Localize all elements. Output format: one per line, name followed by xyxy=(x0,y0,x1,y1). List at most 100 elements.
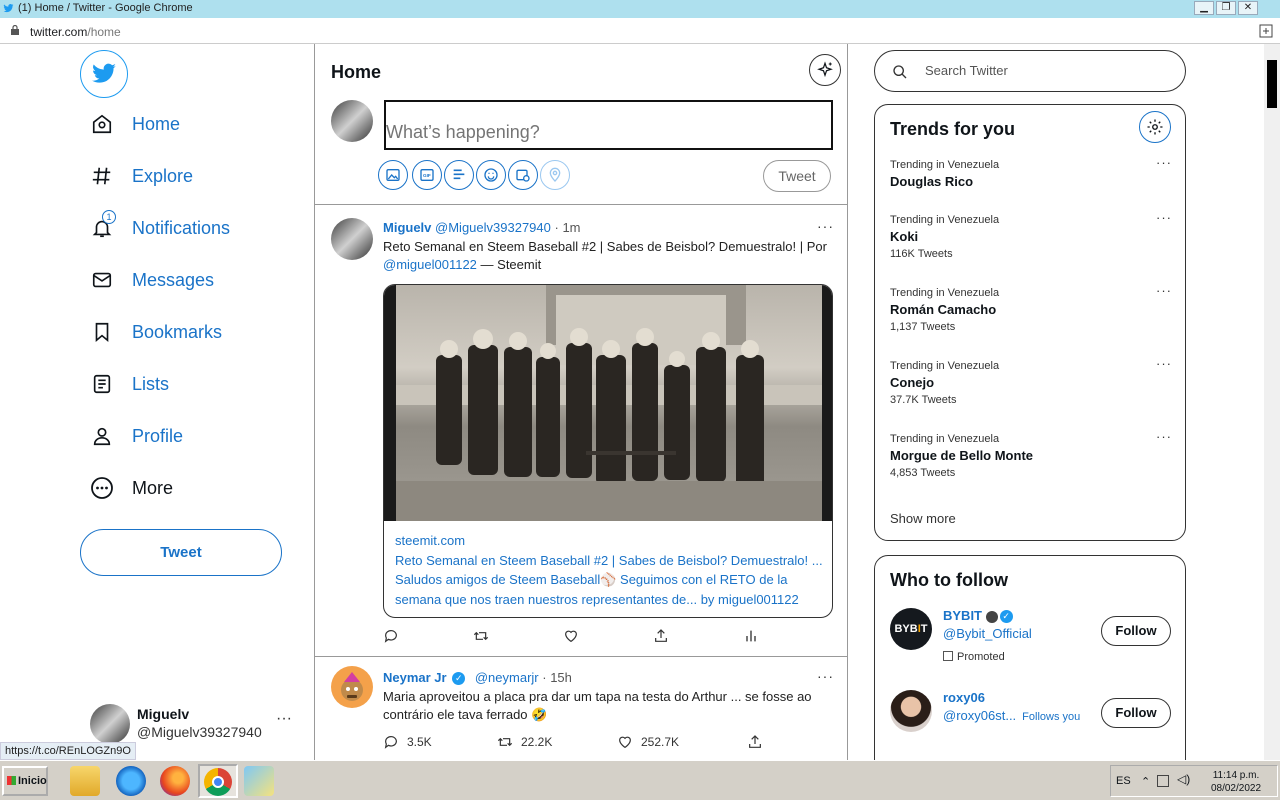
location-button[interactable] xyxy=(540,160,570,190)
show-more-link[interactable]: Show more xyxy=(890,511,956,526)
media-button[interactable] xyxy=(378,160,408,190)
page-scrollbar[interactable] xyxy=(1264,44,1280,760)
tweet-header: Miguelv @Miguelv39327940 · 1m xyxy=(383,220,581,235)
nav-more[interactable]: More xyxy=(90,468,173,508)
follow-button[interactable]: Follow xyxy=(1101,616,1171,646)
start-button[interactable]: Inicio xyxy=(2,766,48,796)
nav-home[interactable]: Home xyxy=(90,104,180,144)
internet-explorer-icon[interactable] xyxy=(116,766,146,796)
calendar-clock-icon xyxy=(516,169,530,182)
minimize-button[interactable]: ▁ xyxy=(1194,1,1214,15)
mention-link[interactable]: @miguel001122 xyxy=(383,257,477,272)
tweet-time[interactable]: · 15h xyxy=(542,670,572,685)
search-box[interactable] xyxy=(874,50,1186,92)
trend-item[interactable]: Trending in Venezuela Douglas Rico ··· xyxy=(890,155,1180,189)
card-description: Saludos amigos de Steem Baseball⚾ Seguim… xyxy=(395,572,799,607)
volume-icon[interactable]: ◁) xyxy=(1177,772,1190,786)
link-card[interactable]: steemit.com Reto Semanal en Steem Baseba… xyxy=(383,284,833,618)
tray-arrow-icon[interactable]: ⌃ xyxy=(1141,775,1150,788)
url-text[interactable]: twitter.com/home xyxy=(30,25,121,39)
trend-more-icon[interactable]: ··· xyxy=(1156,283,1172,298)
clock[interactable]: 11:14 p.m. 08/02/2022 xyxy=(1201,769,1271,795)
extension-icon[interactable] xyxy=(1258,23,1274,39)
chrome-icon xyxy=(204,768,232,796)
lock-icon xyxy=(11,25,19,35)
account-menu-icon[interactable]: ··· xyxy=(276,710,292,728)
tweet-more-icon[interactable]: ··· xyxy=(817,218,834,234)
home-icon xyxy=(90,112,114,136)
nav-notifications[interactable]: 1 Notifications xyxy=(90,208,230,248)
trends-panel: Trends for you Trending in Venezuela Dou… xyxy=(874,104,1186,541)
trend-item[interactable]: Trending in Venezuela Conejo 37.7K Tweet… xyxy=(890,356,1180,406)
nav-lists[interactable]: Lists xyxy=(90,364,169,404)
tweet-author-name[interactable]: Neymar Jr xyxy=(383,670,447,685)
link-status-tooltip: https://t.co/REnLOGZn9O xyxy=(0,742,136,760)
tweet-header: Neymar Jr ✓ @neymarjr · 15h xyxy=(383,670,572,686)
nav-messages[interactable]: Messages xyxy=(90,260,214,300)
top-tweets-button[interactable] xyxy=(809,54,841,86)
suggestion-name[interactable]: roxy06 xyxy=(943,690,985,705)
compose-input[interactable] xyxy=(384,100,833,150)
trend-more-icon[interactable]: ··· xyxy=(1156,356,1172,371)
tweet-button[interactable]: Tweet xyxy=(80,529,282,576)
tweet-avatar[interactable] xyxy=(331,218,373,260)
trend-more-icon[interactable]: ··· xyxy=(1156,429,1172,444)
paint-icon[interactable] xyxy=(244,766,274,796)
reply-button[interactable] xyxy=(383,628,473,644)
hashtag-icon xyxy=(90,164,114,188)
language-indicator[interactable]: ES xyxy=(1116,775,1131,787)
tweet-author-handle[interactable]: @neymarjr xyxy=(475,670,539,685)
trend-item[interactable]: Trending in Venezuela Koki 116K Tweets ·… xyxy=(890,210,1180,260)
trend-item[interactable]: Trending in Venezuela Román Camacho 1,13… xyxy=(890,283,1180,333)
tweet-avatar[interactable] xyxy=(331,666,373,708)
schedule-button[interactable] xyxy=(508,160,538,190)
suggestion-name[interactable]: BYBIT ✓ xyxy=(943,608,1013,624)
twitter-bird-icon xyxy=(92,63,116,83)
close-window-button[interactable]: ✕ xyxy=(1238,1,1258,15)
restore-button[interactable]: ❐ xyxy=(1216,1,1236,15)
twitter-page: Home Explore 1 Notifications Messages Bo… xyxy=(0,44,1264,760)
system-tray: ES ⌃ ◁) 11:14 p.m. 08/02/2022 xyxy=(1110,765,1278,797)
trend-item[interactable]: Trending in Venezuela Morgue de Bello Mo… xyxy=(890,429,1180,479)
compose-tweet-button[interactable]: Tweet xyxy=(763,160,831,192)
trend-more-icon[interactable]: ··· xyxy=(1156,155,1172,170)
retweet-button[interactable] xyxy=(473,628,563,644)
follow-suggestion[interactable]: roxy06 @roxy06st... Follows you Follow xyxy=(890,690,1180,740)
who-to-follow-panel: Who to follow BYB I T BYBIT ✓ @Bybit_Offic… xyxy=(874,555,1186,760)
reply-button[interactable]: 3.5K xyxy=(383,734,497,750)
follow-button[interactable]: Follow xyxy=(1101,698,1171,728)
like-button[interactable] xyxy=(563,628,653,644)
poll-button[interactable] xyxy=(444,160,474,190)
trends-title: Trends for you xyxy=(890,119,1016,139)
analytics-button[interactable] xyxy=(743,628,783,644)
twitter-logo-button[interactable] xyxy=(80,50,128,98)
tweet-time[interactable]: · 1m xyxy=(555,220,581,235)
firefox-icon[interactable] xyxy=(160,766,190,796)
promoted-label: Promoted xyxy=(943,651,1005,663)
tweet-author-handle[interactable]: @Miguelv39327940 xyxy=(435,220,551,235)
nav-bookmarks[interactable]: Bookmarks xyxy=(90,312,222,352)
tweet-more-icon[interactable]: ··· xyxy=(817,668,834,684)
scrollbar-thumb[interactable] xyxy=(1267,60,1277,108)
share-button[interactable] xyxy=(653,628,743,644)
trends-settings-button[interactable] xyxy=(1139,111,1171,143)
share-button[interactable] xyxy=(747,734,787,750)
retweet-button[interactable]: 22.2K xyxy=(497,734,617,750)
nav-explore[interactable]: Explore xyxy=(90,156,193,196)
like-button[interactable]: 252.7K xyxy=(617,734,747,750)
list-icon xyxy=(90,372,114,396)
address-bar[interactable]: twitter.com/home xyxy=(0,18,1280,44)
emoji-button[interactable] xyxy=(476,160,506,190)
nav-home-label: Home xyxy=(132,113,181,134)
tweet-author-name[interactable]: Miguelv xyxy=(383,220,431,235)
nav-profile[interactable]: Profile xyxy=(90,416,183,456)
network-icon[interactable] xyxy=(1157,775,1169,787)
search-input[interactable] xyxy=(925,63,1165,78)
emoji-icon xyxy=(985,610,998,623)
card-text[interactable]: steemit.com Reto Semanal en Steem Baseba… xyxy=(395,531,825,609)
gif-button[interactable]: GIF xyxy=(412,160,442,190)
follow-suggestion[interactable]: BYB I T BYBIT ✓ @Bybit_Official Promoted F… xyxy=(890,608,1180,663)
chrome-taskbar-button[interactable] xyxy=(198,764,238,798)
trend-more-icon[interactable]: ··· xyxy=(1156,210,1172,225)
file-explorer-icon[interactable] xyxy=(70,766,100,796)
